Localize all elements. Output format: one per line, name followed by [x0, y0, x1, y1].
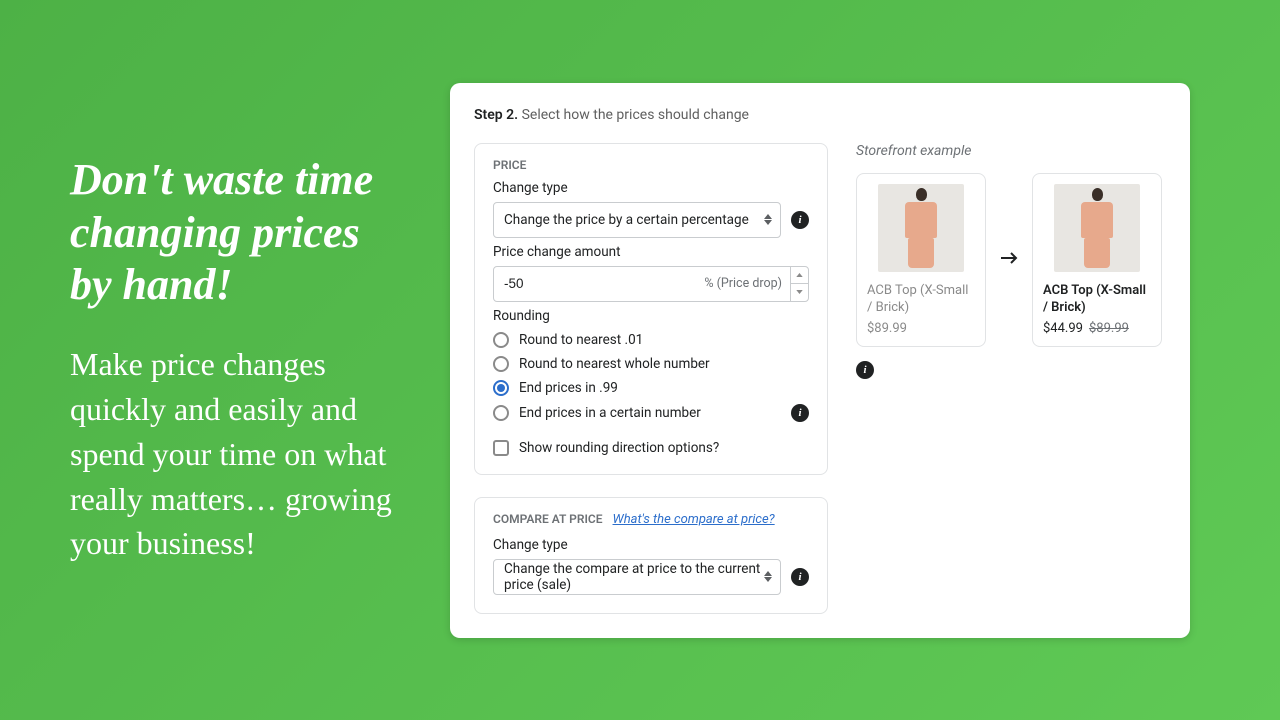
compare-change-type-select[interactable]: Change the compare at price to the curre…: [493, 559, 781, 595]
radio-icon: [493, 332, 509, 348]
change-type-label: Change type: [493, 180, 809, 196]
info-icon[interactable]: [856, 361, 874, 379]
compare-help-link[interactable]: What's the compare at price?: [613, 512, 775, 527]
product-image: [1054, 184, 1140, 272]
rounding-option-3[interactable]: End prices in a certain number: [493, 405, 701, 421]
promo-headline: Don't waste time changing prices by hand…: [70, 154, 410, 312]
rounding-option-2[interactable]: End prices in .99: [493, 380, 809, 396]
info-icon[interactable]: [791, 404, 809, 422]
amount-label: Price change amount: [493, 244, 809, 260]
product-price-after: $44.99: [1043, 321, 1083, 336]
rounding-option-label: End prices in a certain number: [519, 405, 701, 421]
promo-subtext: Make price changes quickly and easily an…: [70, 342, 410, 566]
radio-icon: [493, 356, 509, 372]
info-icon[interactable]: [791, 568, 809, 586]
product-card-after: ACB Top (X-Small / Brick) $44.99 $89.99: [1032, 173, 1162, 347]
chevron-up-icon[interactable]: [791, 267, 808, 285]
arrow-right-icon: [1000, 250, 1018, 269]
amount-unit: % (Price drop): [696, 267, 790, 301]
product-image: [878, 184, 964, 272]
amount-input[interactable]: [494, 267, 696, 301]
price-panel: PRICE Change type Change the price by a …: [474, 143, 828, 475]
change-type-value: Change the price by a certain percentage: [504, 212, 749, 228]
step-number: Step 2.: [474, 107, 518, 123]
rounding-label: Rounding: [493, 308, 809, 324]
radio-icon: [493, 380, 509, 396]
compare-at-price-panel: COMPARE AT PRICE What's the compare at p…: [474, 497, 828, 614]
amount-input-wrap: % (Price drop): [493, 266, 809, 302]
compare-panel-title: COMPARE AT PRICE: [493, 512, 603, 526]
chevron-updown-icon: [764, 571, 772, 582]
chevron-updown-icon: [764, 214, 772, 225]
rounding-option-1[interactable]: Round to nearest whole number: [493, 356, 809, 372]
chevron-down-icon[interactable]: [791, 284, 808, 301]
amount-stepper[interactable]: [790, 267, 808, 301]
product-price-before: $89.99: [867, 321, 975, 336]
price-panel-title: PRICE: [493, 158, 809, 172]
checkbox-icon: [493, 440, 509, 456]
show-rounding-direction-checkbox[interactable]: Show rounding direction options?: [493, 440, 809, 456]
change-type-select[interactable]: Change the price by a certain percentage: [493, 202, 781, 238]
rounding-option-0[interactable]: Round to nearest .01: [493, 332, 809, 348]
compare-change-type-label: Change type: [493, 537, 809, 553]
radio-icon: [493, 405, 509, 421]
storefront-label: Storefront example: [856, 143, 1166, 159]
rounding-option-label: Round to nearest .01: [519, 332, 643, 348]
product-name-before: ACB Top (X-Small / Brick): [867, 282, 975, 317]
rounding-option-label: Round to nearest whole number: [519, 356, 710, 372]
show-rounding-direction-label: Show rounding direction options?: [519, 440, 719, 456]
rounding-option-label: End prices in .99: [519, 380, 618, 396]
compare-change-type-value: Change the compare at price to the curre…: [504, 561, 770, 593]
info-icon[interactable]: [791, 211, 809, 229]
step-modal: Step 2. Select how the prices should cha…: [450, 83, 1190, 638]
step-header: Step 2. Select how the prices should cha…: [474, 107, 1166, 123]
product-card-before: ACB Top (X-Small / Brick) $89.99: [856, 173, 986, 347]
product-compare-price-after: $89.99: [1089, 321, 1129, 336]
product-name-after: ACB Top (X-Small / Brick): [1043, 282, 1151, 317]
step-description: Select how the prices should change: [522, 107, 749, 123]
rounding-radio-group: Round to nearest .01 Round to nearest wh…: [493, 332, 809, 422]
